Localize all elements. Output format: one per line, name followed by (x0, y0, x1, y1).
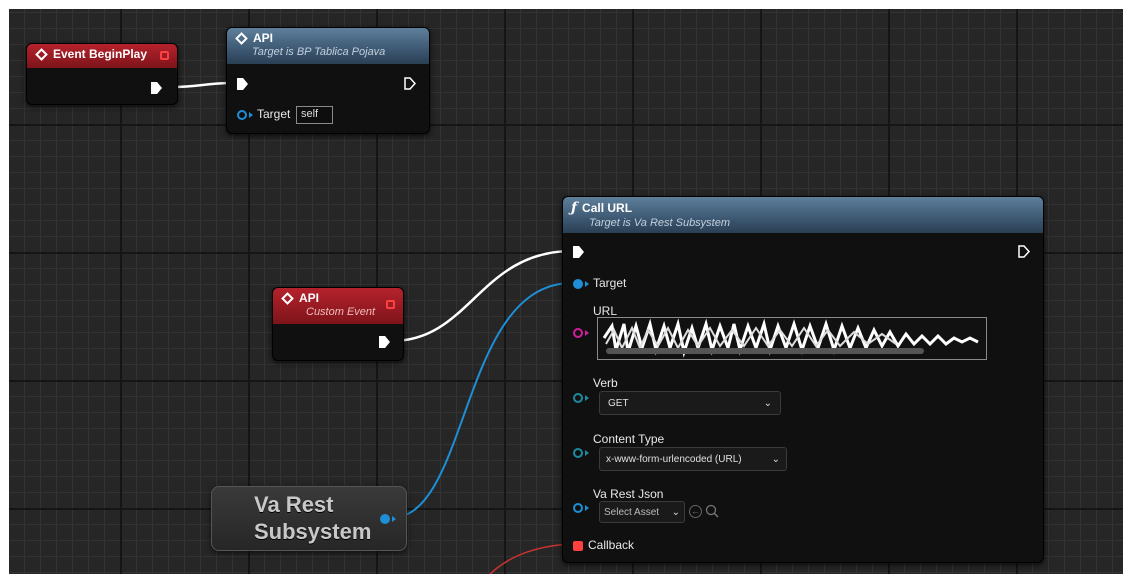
delegate-pin-icon[interactable] (386, 300, 395, 309)
callback-pin[interactable] (573, 541, 583, 551)
target-label: Target (257, 107, 291, 121)
exec-out-pin[interactable] (151, 82, 162, 94)
json-label: Va Rest Json (593, 487, 664, 501)
va-rest-subsystem-getter-node[interactable]: Va Rest Subsystem (211, 486, 407, 551)
exec-wire-beginplay-to-api (171, 81, 234, 89)
pin-arrow-icon (585, 395, 589, 401)
node-subtitle: Custom Event (306, 306, 376, 318)
object-wire-subsystem-to-target (390, 282, 573, 519)
json-asset-value: Select Asset (604, 506, 660, 518)
json-asset-dropdown[interactable]: Select Asset ⌄ (599, 501, 685, 523)
event-beginplay-header: Event BeginPlay (27, 44, 177, 68)
callback-wire (481, 543, 573, 583)
getter-label-line2: Subsystem (254, 519, 372, 544)
node-subtitle: Target is Va Rest Subsystem (589, 217, 731, 229)
getter-label: Va Rest Subsystem (254, 491, 371, 545)
exec-in-pin[interactable] (573, 246, 584, 258)
verb-dropdown[interactable]: GET ⌄ (599, 391, 781, 415)
api-custom-event-node[interactable]: API Custom Event (272, 287, 404, 361)
call-url-function-node[interactable]: ƒ Call URL Target is Va Rest Subsystem Ta… (562, 196, 1044, 563)
exec-wire-customevent-to-callurl (391, 249, 573, 343)
node-subtitle: Target is BP Tablica Pojava (252, 46, 386, 58)
verb-label: Verb (593, 376, 618, 390)
json-pin[interactable] (573, 503, 583, 513)
verb-pin[interactable] (573, 393, 583, 403)
content-type-pin[interactable] (573, 448, 583, 458)
verb-value: GET (608, 397, 629, 409)
use-selected-asset-icon[interactable]: ← (689, 505, 702, 518)
exec-out-pin[interactable] (379, 336, 390, 348)
pin-arrow-icon (585, 330, 589, 336)
content-type-value: x-www-form-urlencoded (URL) (606, 453, 742, 465)
function-f-icon: ƒ (571, 200, 578, 216)
exec-in-pin[interactable] (237, 78, 248, 90)
callback-label: Callback (588, 538, 635, 552)
node-title: Event BeginPlay (53, 47, 148, 61)
event-icon (281, 291, 294, 305)
call-url-header: ƒ Call URL Target is Va Rest Subsystem (563, 197, 1043, 233)
event-beginplay-node[interactable]: Event BeginPlay (26, 43, 178, 105)
pin-arrow-icon (585, 281, 589, 287)
chevron-down-icon: ⌄ (771, 453, 780, 465)
node-title: API (299, 291, 320, 305)
api-function-node[interactable]: API Target is BP Tablica Pojava Target s… (226, 27, 430, 134)
node-title: API (253, 31, 274, 45)
pin-arrow-icon (585, 450, 589, 456)
target-label: Target (593, 276, 627, 290)
target-pin[interactable] (237, 110, 247, 120)
exec-out-pin[interactable] (404, 77, 416, 90)
exec-out-pin[interactable] (1018, 245, 1030, 258)
url-scrollbar[interactable] (606, 348, 924, 354)
pin-arrow-icon (392, 516, 396, 522)
url-input-field[interactable] (597, 317, 987, 360)
chevron-down-icon: ⌄ (671, 506, 680, 518)
api-node-header: API Target is BP Tablica Pojava (227, 28, 429, 64)
url-label: URL (593, 304, 618, 318)
target-pin[interactable] (573, 279, 583, 289)
node-title: Call URL (582, 201, 633, 215)
event-icon (235, 31, 248, 45)
browse-search-icon[interactable] (705, 504, 719, 518)
delegate-pin-icon[interactable] (160, 51, 169, 60)
target-value-field[interactable]: self (296, 106, 333, 124)
content-type-label: Content Type (593, 432, 665, 446)
custom-event-header: API Custom Event (273, 288, 403, 324)
pin-arrow-icon (585, 505, 589, 511)
event-icon (35, 47, 48, 61)
pin-arrow-icon (249, 112, 253, 118)
url-pin[interactable] (573, 328, 583, 338)
subsystem-output-pin[interactable] (380, 514, 390, 524)
chevron-down-icon: ⌄ (763, 397, 772, 409)
getter-label-line1: Va Rest (254, 492, 334, 517)
content-type-dropdown[interactable]: x-www-form-urlencoded (URL) ⌄ (599, 447, 787, 471)
